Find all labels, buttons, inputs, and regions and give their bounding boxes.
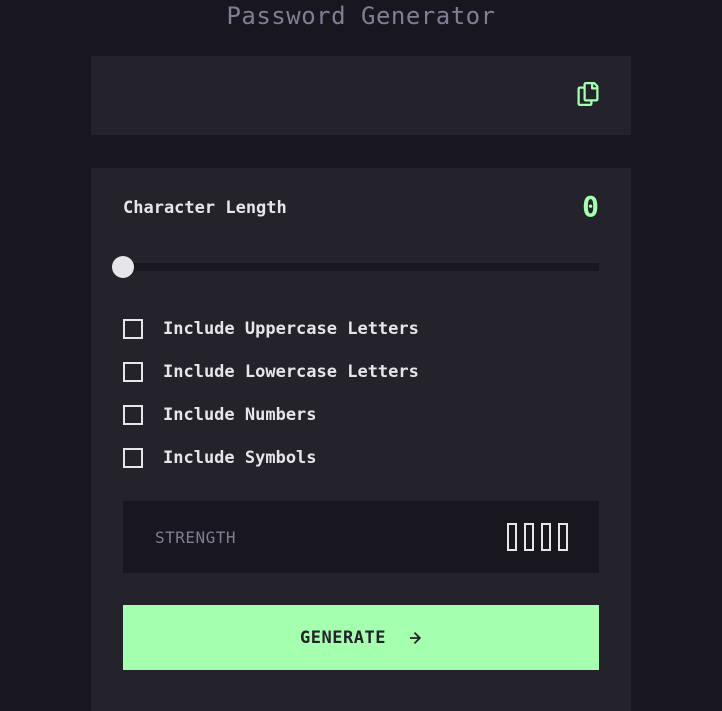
slider-thumb[interactable] [112, 256, 134, 278]
symbols-checkbox[interactable] [123, 448, 143, 468]
strength-bar-2 [524, 523, 534, 551]
strength-bars [507, 523, 568, 551]
numbers-checkbox[interactable] [123, 405, 143, 425]
uppercase-checkbox[interactable] [123, 319, 143, 339]
generate-label: GENERATE [300, 627, 386, 648]
option-label: Include Uppercase Letters [163, 319, 419, 339]
option-numbers[interactable]: Include Numbers [123, 404, 317, 426]
option-label: Include Symbols [163, 448, 317, 468]
generator-panel: Character Length 0 Include Uppercase Let… [91, 168, 631, 711]
copy-icon[interactable] [577, 82, 599, 106]
password-display [91, 56, 631, 135]
option-uppercase[interactable]: Include Uppercase Letters [123, 318, 419, 340]
generate-button[interactable]: GENERATE [123, 605, 599, 670]
length-slider[interactable] [112, 256, 599, 278]
arrow-right-icon [409, 631, 422, 644]
strength-bar-4 [558, 523, 568, 551]
page-title: Password Generator [226, 2, 496, 30]
option-symbols[interactable]: Include Symbols [123, 447, 317, 469]
strength-label: STRENGTH [155, 528, 237, 547]
lowercase-checkbox[interactable] [123, 362, 143, 382]
option-label: Include Lowercase Letters [163, 362, 419, 382]
option-label: Include Numbers [163, 405, 317, 425]
strength-meter: STRENGTH [123, 501, 599, 573]
character-length-value: 0 [582, 190, 599, 223]
character-length-label: Character Length [123, 198, 287, 218]
strength-bar-3 [541, 523, 551, 551]
option-lowercase[interactable]: Include Lowercase Letters [123, 361, 419, 383]
strength-bar-1 [507, 523, 517, 551]
